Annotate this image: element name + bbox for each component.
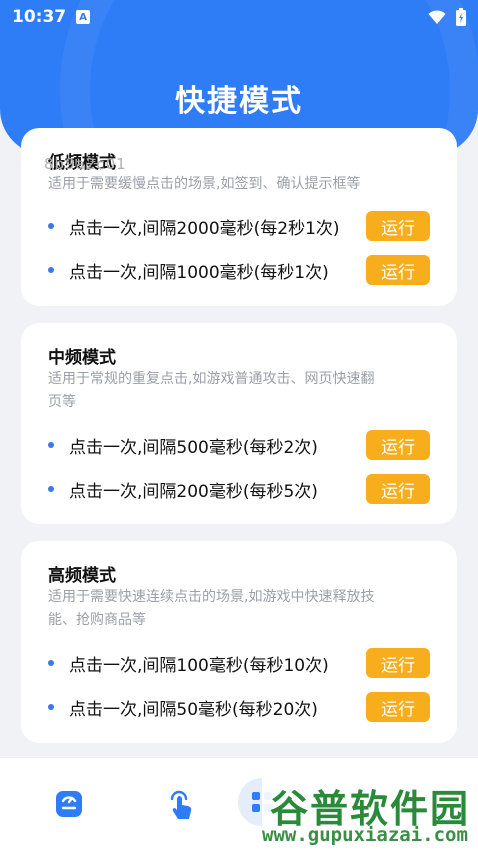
bullet-icon [48, 267, 54, 273]
card-description-line: 适用于常规的重复点击,如游戏普通攻击、网页快速翻 [48, 371, 375, 387]
run-button[interactable]: 运行 [366, 211, 430, 241]
wifi-icon [428, 10, 446, 24]
interval-option-label: 点击一次,间隔2000毫秒(每2秒1次) [69, 218, 340, 239]
site-watermark: 谷普软件园 www.gupuxiazai.com [262, 772, 478, 851]
list-item: 点击一次,间隔50毫秒(每秒20次) 运行 [48, 692, 430, 722]
list-item: 点击一次,间隔2000毫秒(每2秒1次) 运行 [48, 211, 430, 241]
status-time: 10:37 [12, 7, 67, 27]
interval-option-label: 点击一次,间隔500毫秒(每秒2次) [69, 437, 318, 458]
interval-option-label: 点击一次,间隔1000毫秒(每秒1次) [69, 262, 329, 283]
bullet-icon [48, 660, 54, 666]
card-title: 中频模式 [48, 348, 116, 368]
status-bar: 10:37 A [0, 0, 478, 34]
list-item: 点击一次,间隔1000毫秒(每秒1次) 运行 [48, 255, 430, 285]
card-description-line: 能、抢购商品等 [48, 612, 146, 628]
watermark-url: www.gupuxiazai.com [262, 824, 468, 846]
bullet-icon [48, 704, 54, 710]
bullet-icon [48, 442, 54, 448]
card-description-line: 页等 [48, 394, 76, 410]
list-item: 点击一次,间隔100毫秒(每秒10次) 运行 [48, 648, 430, 678]
overlay-code-text: 8b9a2c01 [44, 155, 127, 173]
card-description-line: 适用于需要快速连续点击的场景,如游戏中快速释放技 [48, 589, 375, 605]
bullet-icon [48, 223, 54, 229]
card-description: 适用于需要快速连续点击的场景,如游戏中快速释放技 能、抢购商品等 [48, 586, 374, 632]
battery-icon [456, 8, 466, 26]
run-button[interactable]: 运行 [366, 692, 430, 722]
dashboard-icon[interactable] [55, 788, 83, 818]
run-button[interactable]: 运行 [366, 474, 430, 504]
interval-option-label: 点击一次,间隔50毫秒(每秒20次) [69, 699, 318, 720]
card-description: 适用于常规的重复点击,如游戏普通攻击、网页快速翻 页等 [48, 368, 374, 414]
list-item: 点击一次,间隔500毫秒(每秒2次) 运行 [48, 430, 430, 460]
run-button[interactable]: 运行 [366, 255, 430, 285]
card-title: 高频模式 [48, 566, 116, 586]
page-title: 快捷模式 [175, 84, 303, 119]
list-item: 点击一次,间隔200毫秒(每秒5次) 运行 [48, 474, 430, 504]
tap-hand-icon[interactable] [166, 788, 196, 822]
bullet-icon [48, 486, 54, 492]
mode-card-medium: 中频模式 适用于常规的重复点击,如游戏普通攻击、网页快速翻 页等 点击一次,间隔… [21, 323, 457, 524]
run-button[interactable]: 运行 [366, 430, 430, 460]
interval-option-label: 点击一次,间隔100毫秒(每秒10次) [69, 655, 329, 676]
card-description: 适用于需要缓慢点击的场景,如签到、确认提示框等 [48, 176, 361, 192]
mode-card-high: 高频模式 适用于需要快速连续点击的场景,如游戏中快速释放技 能、抢购商品等 点击… [21, 541, 457, 743]
run-button[interactable]: 运行 [366, 648, 430, 678]
notification-icon: A [76, 10, 91, 24]
interval-option-label: 点击一次,间隔200毫秒(每秒5次) [69, 481, 318, 502]
